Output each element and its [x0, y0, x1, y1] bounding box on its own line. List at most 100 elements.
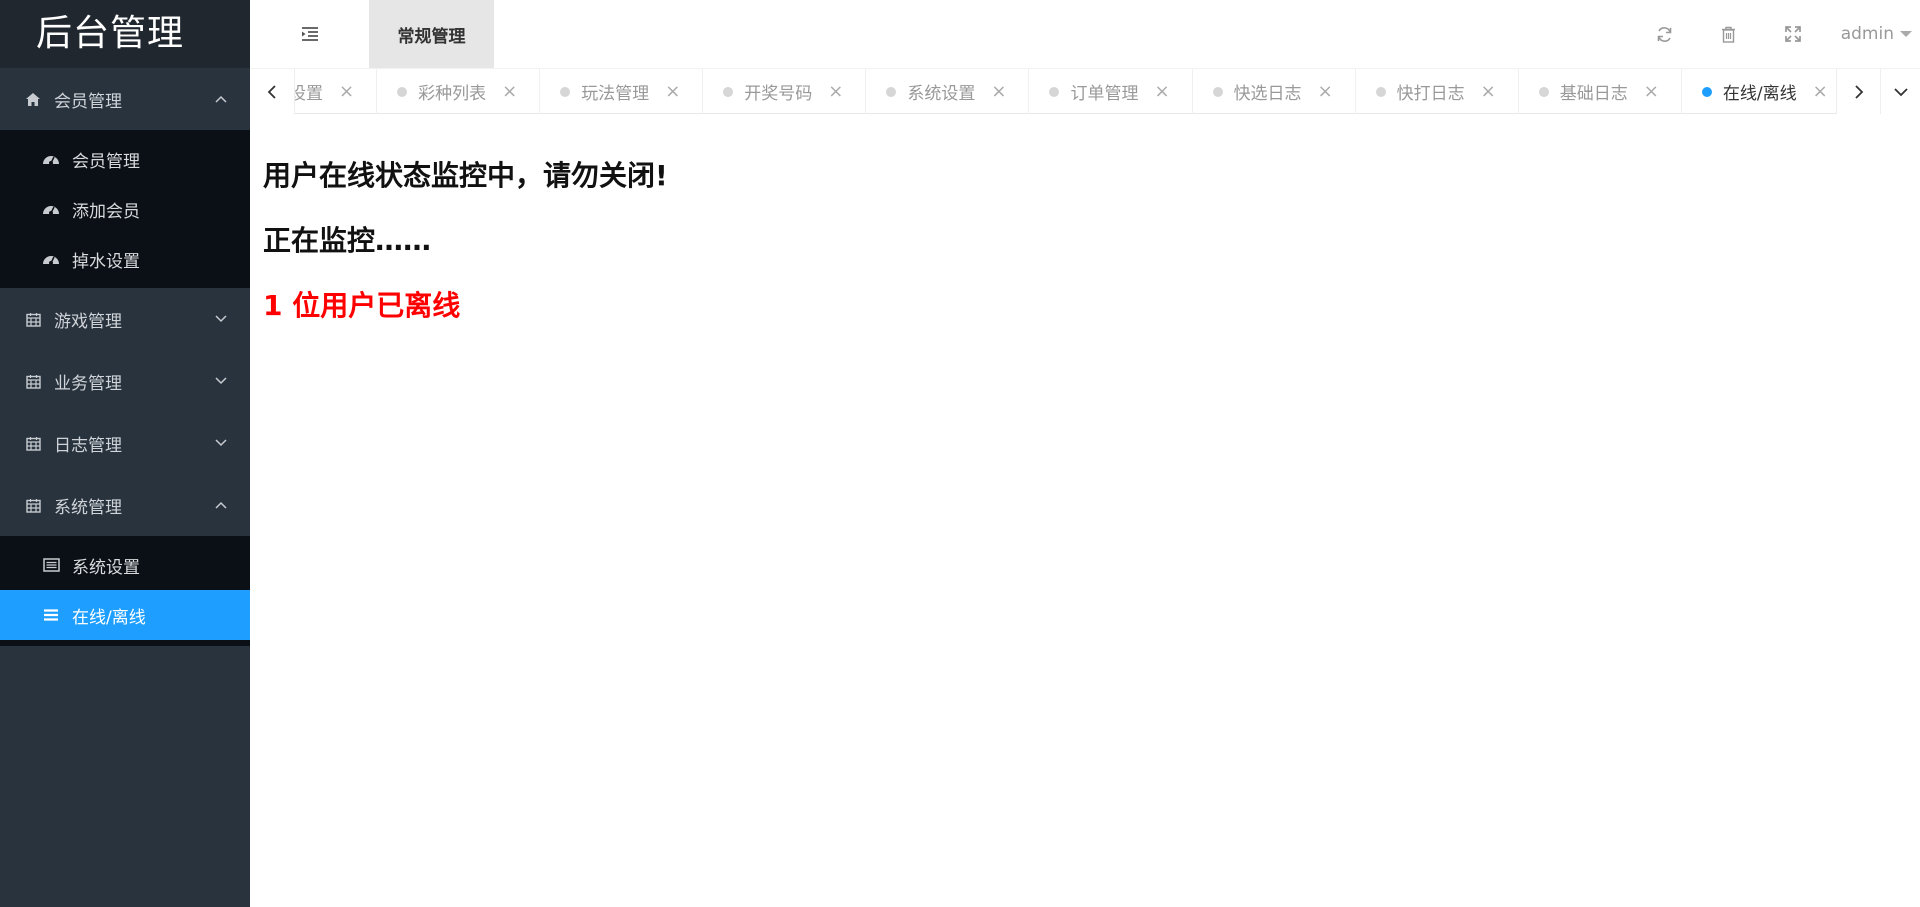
dashboard-icon	[42, 150, 60, 168]
offline-count-text: 1 位用户已离线	[263, 289, 461, 322]
dashboard-icon	[42, 200, 60, 218]
chevron-down-icon	[215, 439, 227, 447]
tab-online-offline[interactable]: 在线/离线 ×	[1682, 69, 1836, 114]
user-menu[interactable]: admin	[1825, 0, 1920, 68]
tab-dot	[1538, 86, 1549, 97]
chevron-down-icon	[1894, 87, 1908, 96]
tab-system-settings[interactable]: 系统设置 ×	[866, 69, 1030, 114]
sidebar-group-label: 游戏管理	[54, 311, 122, 332]
list-alt-icon	[42, 556, 60, 574]
sidebar-item-label: 会员管理	[72, 151, 140, 172]
sidebar-group-label: 日志管理	[54, 435, 122, 456]
refresh-button[interactable]	[1633, 0, 1697, 68]
close-icon[interactable]: ×	[502, 82, 517, 101]
calendar-icon	[24, 310, 42, 328]
sidebar-group-game[interactable]: 游戏管理	[0, 288, 250, 350]
close-icon[interactable]: ×	[991, 82, 1006, 101]
calendar-icon	[24, 372, 42, 390]
calendar-icon	[24, 434, 42, 452]
tab-label: 快打日志	[1396, 84, 1465, 104]
chevron-left-icon	[267, 84, 276, 99]
close-icon[interactable]: ×	[665, 82, 680, 101]
tabs-row: 掉水设置 × 彩种列表 × 玩法管理 × 开奖号码 × 系统设置 × 订单管理 × 快选日志…	[294, 69, 1836, 114]
sidebar-group-label: 业务管理	[54, 373, 122, 394]
sidebar-group-business[interactable]: 业务管理	[0, 350, 250, 412]
sidebar-item-label: 系统设置	[72, 557, 140, 578]
tab-dot	[723, 86, 734, 97]
home-icon	[24, 90, 42, 108]
tab-base-log[interactable]: 基础日志 ×	[1519, 69, 1682, 114]
sidebar-group-log[interactable]: 日志管理	[0, 412, 250, 474]
sidebar-group-label: 会员管理	[54, 91, 122, 112]
tabs-scroll-right-button[interactable]	[1836, 69, 1881, 114]
tab-label: 掉水设置	[294, 84, 323, 104]
sidebar-submenu-member: 会员管理 添加会员 掉水设置	[0, 130, 250, 288]
tab-quick-bet-log[interactable]: 快打日志 ×	[1356, 69, 1519, 114]
calendar-icon	[24, 496, 42, 514]
chevron-right-icon	[1855, 84, 1864, 99]
tabs-menu-button[interactable]	[1880, 69, 1920, 114]
sidebar-submenu-system: 系统设置 在线/离线	[0, 536, 250, 640]
sidebar-item-label: 掉水设置	[72, 251, 140, 272]
sidebar-group-system[interactable]: 系统管理	[0, 474, 250, 536]
top-header: 常规管理 admin	[250, 0, 1920, 68]
username: admin	[1840, 24, 1894, 44]
sidebar-item-add-member[interactable]: 添加会员	[0, 184, 250, 234]
chevron-down-icon	[215, 315, 227, 323]
sidebar-item-online-offline[interactable]: 在线/离线	[0, 590, 250, 640]
tabs-viewport: 掉水设置 × 彩种列表 × 玩法管理 × 开奖号码 × 系统设置 × 订单管理 × 快选日志…	[294, 69, 1836, 114]
sidebar-group-member[interactable]: 会员管理	[0, 68, 250, 130]
tab-label: 快选日志	[1233, 84, 1302, 104]
close-icon[interactable]: ×	[1644, 82, 1659, 101]
tab-dot	[1212, 86, 1223, 97]
close-icon[interactable]: ×	[1481, 82, 1496, 101]
tab-dot	[1049, 86, 1060, 97]
tab-label: 开奖号码	[744, 84, 813, 104]
tab-label: 玩法管理	[581, 84, 650, 104]
header-tools: admin	[1633, 0, 1920, 68]
close-icon[interactable]: ×	[828, 82, 843, 101]
sidebar-divider	[0, 640, 250, 646]
fullscreen-button[interactable]	[1761, 0, 1825, 68]
tab-order-manage[interactable]: 订单管理 ×	[1029, 69, 1193, 114]
tab-drop-settings[interactable]: 掉水设置 ×	[294, 69, 378, 114]
tab-label: 订单管理	[1070, 84, 1139, 104]
tab-quick-select-log[interactable]: 快选日志 ×	[1193, 69, 1356, 114]
close-icon[interactable]: ×	[1318, 82, 1333, 101]
chevron-up-icon	[215, 95, 227, 103]
sidebar-item-label: 在线/离线	[72, 607, 146, 628]
tab-draw-numbers[interactable]: 开奖号码 ×	[703, 69, 867, 114]
sidebar-group-label: 系统管理	[54, 497, 122, 518]
trash-icon	[1722, 26, 1736, 43]
tab-dot	[1375, 86, 1386, 97]
tab-label: 系统设置	[907, 84, 976, 104]
sidebar: 后台管理 会员管理 会员管理 添加会员 掉水设置 游戏管理 业务管理 日志管理 …	[0, 0, 250, 907]
page-tabs: 掉水设置 × 彩种列表 × 玩法管理 × 开奖号码 × 系统设置 × 订单管理 × 快选日志…	[250, 68, 1920, 114]
close-icon[interactable]: ×	[1813, 82, 1828, 101]
chevron-down-icon	[215, 377, 227, 385]
sidebar-item-drop-settings[interactable]: 掉水设置	[0, 234, 250, 284]
monitor-warning-text: 用户在线状态监控中，请勿关闭!	[263, 159, 668, 192]
bars-icon	[42, 606, 60, 624]
sidebar-item-label: 添加会员	[72, 201, 140, 222]
top-tab-general[interactable]: 常规管理	[369, 0, 494, 68]
clear-cache-button[interactable]	[1697, 0, 1761, 68]
sidebar-item-member-manage[interactable]: 会员管理	[0, 134, 250, 184]
close-icon[interactable]: ×	[339, 82, 354, 101]
monitor-status-text: 正在监控……	[263, 224, 432, 257]
tab-play-manage[interactable]: 玩法管理 ×	[540, 69, 704, 114]
tab-dot	[397, 86, 408, 97]
indent-icon	[302, 27, 318, 41]
tab-label: 基础日志	[1559, 84, 1628, 104]
fullscreen-icon	[1784, 26, 1801, 42]
menu-toggle-button[interactable]	[250, 0, 370, 68]
app-logo-title: 后台管理	[0, 0, 250, 68]
chevron-up-icon	[215, 501, 227, 509]
tab-dot	[1701, 86, 1712, 97]
tab-dot	[886, 86, 897, 97]
sidebar-item-system-settings[interactable]: 系统设置	[0, 540, 250, 590]
tab-label: 在线/离线	[1722, 84, 1797, 104]
close-icon[interactable]: ×	[1154, 82, 1169, 101]
tabs-scroll-left-button[interactable]	[250, 69, 295, 114]
tab-lottery-list[interactable]: 彩种列表 ×	[377, 69, 541, 114]
